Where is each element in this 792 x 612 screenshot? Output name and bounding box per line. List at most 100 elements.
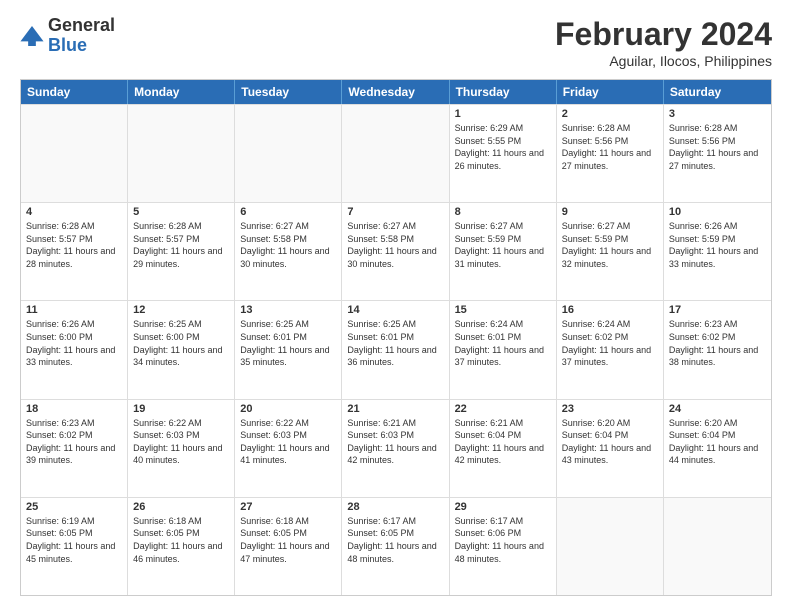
calendar-cell: 11 Sunrise: 6:26 AM Sunset: 6:00 PM Dayli… — [21, 301, 128, 398]
location: Aguilar, Ilocos, Philippines — [555, 53, 772, 69]
calendar-cell: 10 Sunrise: 6:26 AM Sunset: 5:59 PM Dayli… — [664, 203, 771, 300]
calendar-cell: 20Sunrise: 6:22 AM Sunset: 6:03 PM Dayli… — [235, 400, 342, 497]
calendar-cell: 19 Sunrise: 6:22 AM Sunset: 6:03 PM Dayli… — [128, 400, 235, 497]
calendar-cell: 7 Sunrise: 6:27 AM Sunset: 5:58 PM Daylig… — [342, 203, 449, 300]
sun-info: Sunrise: 6:23 AM Sunset: 6:02 PM Dayligh… — [669, 318, 766, 368]
sun-info: Sunrise: 6:25 AM Sunset: 6:01 PM Dayligh… — [347, 318, 443, 368]
calendar-cell: 24Sunrise: 6:20 AM Sunset: 6:04 PM Dayli… — [664, 400, 771, 497]
calendar-header-cell: Tuesday — [235, 80, 342, 104]
day-number: 25 — [26, 501, 122, 513]
calendar-cell: 2 Sunrise: 6:28 AM Sunset: 5:56 PM Daylig… — [557, 105, 664, 202]
calendar-header-cell: Wednesday — [342, 80, 449, 104]
day-number: 14 — [347, 304, 443, 316]
calendar-row: 18Sunrise: 6:23 AM Sunset: 6:02 PM Dayli… — [21, 399, 771, 497]
calendar-cell: 9 Sunrise: 6:27 AM Sunset: 5:59 PM Daylig… — [557, 203, 664, 300]
sun-info: Sunrise: 6:26 AM Sunset: 6:00 PM Dayligh… — [26, 318, 122, 368]
day-number: 2 — [562, 108, 658, 120]
calendar-cell — [235, 105, 342, 202]
sun-info: Sunrise: 6:18 AM Sunset: 6:05 PM Dayligh… — [133, 515, 229, 565]
calendar-body: 1Sunrise: 6:29 AM Sunset: 5:55 PM Daylig… — [21, 104, 771, 595]
calendar: SundayMondayTuesdayWednesdayThursdayFrid… — [20, 79, 772, 596]
sun-info: Sunrise: 6:28 AM Sunset: 5:57 PM Dayligh… — [133, 220, 229, 270]
calendar-header-cell: Monday — [128, 80, 235, 104]
calendar-cell: 1Sunrise: 6:29 AM Sunset: 5:55 PM Daylig… — [450, 105, 557, 202]
day-number: 11 — [26, 304, 122, 316]
day-number: 8 — [455, 206, 551, 218]
day-number: 4 — [26, 206, 122, 218]
calendar-cell: 8 Sunrise: 6:27 AM Sunset: 5:59 PM Daylig… — [450, 203, 557, 300]
day-number: 16 — [562, 304, 658, 316]
sun-info: Sunrise: 6:25 AM Sunset: 6:01 PM Dayligh… — [240, 318, 336, 368]
sun-info: Sunrise: 6:25 AM Sunset: 6:00 PM Dayligh… — [133, 318, 229, 368]
day-number: 19 — [133, 403, 229, 415]
calendar-cell — [128, 105, 235, 202]
sun-info: Sunrise: 6:22 AM Sunset: 6:03 PM Dayligh… — [240, 417, 336, 467]
day-number: 27 — [240, 501, 336, 513]
day-number: 23 — [562, 403, 658, 415]
day-number: 13 — [240, 304, 336, 316]
header: General Blue February 2024 Aguilar, Iloc… — [20, 16, 772, 69]
calendar-cell: 28 Sunrise: 6:17 AM Sunset: 6:05 PM Dayli… — [342, 498, 449, 595]
day-number: 26 — [133, 501, 229, 513]
sun-info: Sunrise: 6:26 AM Sunset: 5:59 PM Dayligh… — [669, 220, 766, 270]
calendar-cell: 13 Sunrise: 6:25 AM Sunset: 6:01 PM Dayli… — [235, 301, 342, 398]
sun-info: Sunrise: 6:24 AM Sunset: 6:01 PM Dayligh… — [455, 318, 551, 368]
calendar-cell: 6Sunrise: 6:27 AM Sunset: 5:58 PM Daylig… — [235, 203, 342, 300]
calendar-row: 1Sunrise: 6:29 AM Sunset: 5:55 PM Daylig… — [21, 104, 771, 202]
calendar-cell: 17 Sunrise: 6:23 AM Sunset: 6:02 PM Dayli… — [664, 301, 771, 398]
day-number: 22 — [455, 403, 551, 415]
calendar-cell: 23Sunrise: 6:20 AM Sunset: 6:04 PM Dayli… — [557, 400, 664, 497]
sun-info: Sunrise: 6:27 AM Sunset: 5:58 PM Dayligh… — [347, 220, 443, 270]
calendar-cell: 14 Sunrise: 6:25 AM Sunset: 6:01 PM Dayli… — [342, 301, 449, 398]
title-block: February 2024 Aguilar, Ilocos, Philippin… — [555, 16, 772, 69]
day-number: 29 — [455, 501, 551, 513]
day-number: 24 — [669, 403, 766, 415]
day-number: 7 — [347, 206, 443, 218]
calendar-cell: 29 Sunrise: 6:17 AM Sunset: 6:06 PM Dayli… — [450, 498, 557, 595]
calendar-cell: 5 Sunrise: 6:28 AM Sunset: 5:57 PM Daylig… — [128, 203, 235, 300]
day-number: 17 — [669, 304, 766, 316]
calendar-header-cell: Friday — [557, 80, 664, 104]
day-number: 5 — [133, 206, 229, 218]
calendar-cell: 25 Sunrise: 6:19 AM Sunset: 6:05 PM Dayli… — [21, 498, 128, 595]
sun-info: Sunrise: 6:28 AM Sunset: 5:56 PM Dayligh… — [562, 122, 658, 172]
calendar-cell — [342, 105, 449, 202]
calendar-cell: 18Sunrise: 6:23 AM Sunset: 6:02 PM Dayli… — [21, 400, 128, 497]
day-number: 9 — [562, 206, 658, 218]
calendar-cell: 15 Sunrise: 6:24 AM Sunset: 6:01 PM Dayli… — [450, 301, 557, 398]
sun-info: Sunrise: 6:17 AM Sunset: 6:06 PM Dayligh… — [455, 515, 551, 565]
sun-info: Sunrise: 6:21 AM Sunset: 6:03 PM Dayligh… — [347, 417, 443, 467]
day-number: 15 — [455, 304, 551, 316]
logo-text: General Blue — [48, 16, 115, 56]
logo-icon — [20, 26, 44, 46]
calendar-header: SundayMondayTuesdayWednesdayThursdayFrid… — [21, 80, 771, 104]
calendar-cell: 22Sunrise: 6:21 AM Sunset: 6:04 PM Dayli… — [450, 400, 557, 497]
month-year: February 2024 — [555, 16, 772, 53]
calendar-cell: 16 Sunrise: 6:24 AM Sunset: 6:02 PM Dayli… — [557, 301, 664, 398]
sun-info: Sunrise: 6:27 AM Sunset: 5:59 PM Dayligh… — [455, 220, 551, 270]
calendar-cell — [21, 105, 128, 202]
calendar-cell — [664, 498, 771, 595]
calendar-cell: 3Sunrise: 6:28 AM Sunset: 5:56 PM Daylig… — [664, 105, 771, 202]
calendar-header-cell: Saturday — [664, 80, 771, 104]
day-number: 12 — [133, 304, 229, 316]
logo: General Blue — [20, 16, 115, 56]
sun-info: Sunrise: 6:19 AM Sunset: 6:05 PM Dayligh… — [26, 515, 122, 565]
day-number: 10 — [669, 206, 766, 218]
sun-info: Sunrise: 6:22 AM Sunset: 6:03 PM Dayligh… — [133, 417, 229, 467]
calendar-row: 11 Sunrise: 6:26 AM Sunset: 6:00 PM Dayli… — [21, 300, 771, 398]
calendar-cell: 27 Sunrise: 6:18 AM Sunset: 6:05 PM Dayli… — [235, 498, 342, 595]
calendar-cell — [557, 498, 664, 595]
calendar-cell: 12 Sunrise: 6:25 AM Sunset: 6:00 PM Dayli… — [128, 301, 235, 398]
calendar-row: 4 Sunrise: 6:28 AM Sunset: 5:57 PM Daylig… — [21, 202, 771, 300]
calendar-row: 25 Sunrise: 6:19 AM Sunset: 6:05 PM Dayli… — [21, 497, 771, 595]
day-number: 28 — [347, 501, 443, 513]
page: General Blue February 2024 Aguilar, Iloc… — [0, 0, 792, 612]
sun-info: Sunrise: 6:27 AM Sunset: 5:58 PM Dayligh… — [240, 220, 336, 270]
calendar-header-cell: Thursday — [450, 80, 557, 104]
sun-info: Sunrise: 6:17 AM Sunset: 6:05 PM Dayligh… — [347, 515, 443, 565]
day-number: 3 — [669, 108, 766, 120]
sun-info: Sunrise: 6:27 AM Sunset: 5:59 PM Dayligh… — [562, 220, 658, 270]
sun-info: Sunrise: 6:24 AM Sunset: 6:02 PM Dayligh… — [562, 318, 658, 368]
sun-info: Sunrise: 6:18 AM Sunset: 6:05 PM Dayligh… — [240, 515, 336, 565]
